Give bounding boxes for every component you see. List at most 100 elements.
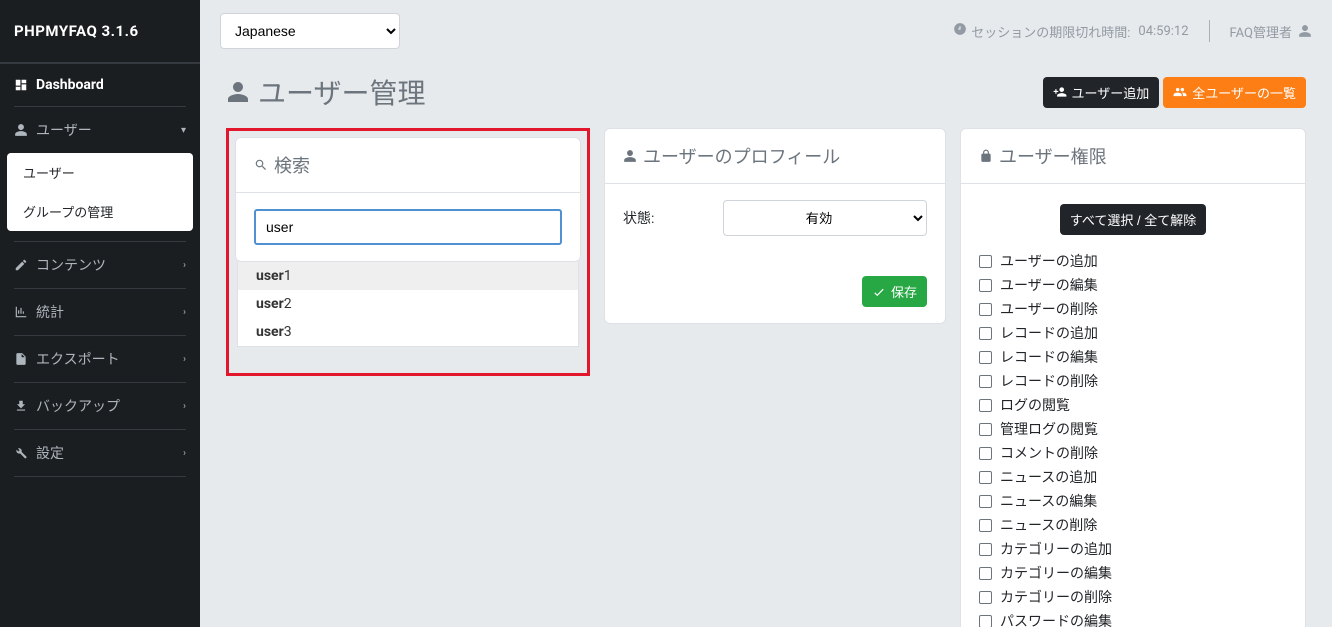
permission-label: カテゴリーの削除 [1000, 587, 1112, 607]
status-select[interactable]: 有効 [723, 200, 927, 236]
permission-label: レコードの編集 [1000, 347, 1098, 367]
permission-item[interactable]: パスワードの編集 [979, 609, 1287, 627]
content: ユーザー管理 ユーザー追加 全ユーザーの一覧 [200, 62, 1332, 627]
profile-header-label: ユーザーのプロフィール [643, 143, 840, 169]
permission-item[interactable]: ユーザーの追加 [979, 249, 1287, 273]
topbar-right: セッションの期限切れ時間: 04:59:12 FAQ管理者 [953, 20, 1312, 42]
clock-icon [953, 22, 967, 40]
sidebar-item-stats[interactable]: 統計 › [0, 289, 200, 335]
checkbox-icon[interactable] [979, 447, 992, 460]
chevron-right-icon: › [183, 401, 186, 412]
sidebar-item-export[interactable]: エクスポート › [0, 336, 200, 382]
edit-icon [14, 258, 32, 272]
download-icon [14, 399, 32, 413]
brand-title: PHPMYFAQ 3.1.6 [0, 0, 200, 63]
sidebar-user-subnav: ユーザー グループの管理 [7, 153, 193, 231]
permission-item[interactable]: カテゴリーの編集 [979, 561, 1287, 585]
sidebar-item-dashboard[interactable]: Dashboard [0, 64, 200, 106]
user-icon [226, 80, 250, 104]
permission-item[interactable]: レコードの追加 [979, 321, 1287, 345]
permission-label: ニュースの編集 [1000, 491, 1097, 511]
language-select[interactable]: Japanese [220, 13, 400, 49]
sidebar-item-user[interactable]: ユーザー ▾ [0, 107, 200, 153]
admin-link[interactable]: FAQ管理者 [1230, 22, 1312, 41]
save-button[interactable]: 保存 [862, 276, 927, 307]
page-title: ユーザー管理 [226, 72, 425, 112]
permission-label: レコードの削除 [1000, 371, 1098, 391]
sidebar-dashboard-label: Dashboard [36, 77, 104, 93]
permission-item[interactable]: レコードの削除 [979, 369, 1287, 393]
autocomplete-item[interactable]: user1 [238, 262, 578, 290]
search-highlight: 検索 user1 user2 user3 [226, 128, 590, 376]
permission-item[interactable]: 管理ログの閲覧 [979, 417, 1287, 441]
sidebar-subitem-user[interactable]: ユーザー [7, 153, 193, 192]
sidebar: PHPMYFAQ 3.1.6 Dashboard ユーザー ▾ ユーザー グルー… [0, 0, 200, 627]
checkbox-icon[interactable] [979, 543, 992, 556]
add-user-button[interactable]: ユーザー追加 [1043, 77, 1160, 108]
stats-icon [14, 305, 32, 319]
permissions-card: ユーザー権限 すべて選択 / 全て解除 ユーザーの追加ユーザーの編集ユーザーの削… [960, 128, 1306, 627]
search-header-label: 検索 [274, 152, 310, 178]
permission-item[interactable]: ニュースの削除 [979, 513, 1287, 537]
select-all-button[interactable]: すべて選択 / 全て解除 [1060, 204, 1206, 235]
all-users-button[interactable]: 全ユーザーの一覧 [1163, 77, 1306, 108]
search-icon [254, 158, 268, 172]
permission-item[interactable]: ニュースの編集 [979, 489, 1287, 513]
dashboard-icon [14, 78, 32, 92]
permission-label: ニュースの削除 [1000, 515, 1097, 535]
checkbox-icon[interactable] [979, 375, 992, 388]
checkbox-icon[interactable] [979, 255, 992, 268]
session-time: 04:59:12 [1138, 24, 1188, 39]
session-label: セッションの期限切れ時間: [971, 22, 1130, 41]
permission-item[interactable]: ニュースの追加 [979, 465, 1287, 489]
user-search-input[interactable] [254, 209, 562, 245]
permission-label: 管理ログの閲覧 [1000, 419, 1098, 439]
checkbox-icon[interactable] [979, 351, 992, 364]
chevron-right-icon: › [183, 354, 186, 365]
autocomplete-item[interactable]: user3 [238, 318, 578, 346]
checkbox-icon[interactable] [979, 327, 992, 340]
user-icon [623, 149, 637, 163]
permission-label: ユーザーの追加 [1000, 251, 1098, 271]
autocomplete-item[interactable]: user2 [238, 290, 578, 318]
search-card: 検索 [235, 137, 581, 262]
sidebar-item-content[interactable]: コンテンツ › [0, 242, 200, 288]
permissions-header-label: ユーザー権限 [999, 143, 1107, 169]
permission-item[interactable]: ユーザーの編集 [979, 273, 1287, 297]
permission-item[interactable]: ユーザーの削除 [979, 297, 1287, 321]
checkbox-icon[interactable] [979, 567, 992, 580]
sidebar-item-backup[interactable]: バックアップ › [0, 383, 200, 429]
permission-item[interactable]: レコードの編集 [979, 345, 1287, 369]
permission-item[interactable]: カテゴリーの追加 [979, 537, 1287, 561]
permission-label: カテゴリーの追加 [1000, 539, 1112, 559]
checkbox-icon[interactable] [979, 591, 992, 604]
autocomplete-dropdown: user1 user2 user3 [237, 262, 579, 347]
main-area: Japanese セッションの期限切れ時間: 04:59:12 FAQ管理者 [200, 0, 1332, 627]
chevron-right-icon: › [183, 307, 186, 318]
check-icon [872, 285, 886, 299]
chevron-right-icon: › [183, 448, 186, 459]
permission-label: コメントの削除 [1000, 443, 1098, 463]
profile-card: ユーザーのプロフィール 状態: 有効 [604, 128, 946, 324]
checkbox-icon[interactable] [979, 495, 992, 508]
checkbox-icon[interactable] [979, 471, 992, 484]
wrench-icon [14, 446, 32, 460]
permission-label: ユーザーの削除 [1000, 299, 1098, 319]
checkbox-icon[interactable] [979, 279, 992, 292]
checkbox-icon[interactable] [979, 303, 992, 316]
sidebar-subitem-group[interactable]: グループの管理 [7, 192, 193, 231]
sidebar-export-label: エクスポート [36, 349, 120, 369]
sidebar-settings-label: 設定 [36, 443, 64, 463]
checkbox-icon[interactable] [979, 615, 992, 627]
permission-item[interactable]: コメントの削除 [979, 441, 1287, 465]
permission-label: ユーザーの編集 [1000, 275, 1098, 295]
sidebar-stats-label: 統計 [36, 302, 64, 322]
sidebar-content-label: コンテンツ [36, 255, 106, 275]
checkbox-icon[interactable] [979, 399, 992, 412]
permission-item[interactable]: ログの閲覧 [979, 393, 1287, 417]
checkbox-icon[interactable] [979, 423, 992, 436]
permission-item[interactable]: カテゴリーの削除 [979, 585, 1287, 609]
sidebar-item-settings[interactable]: 設定 › [0, 430, 200, 476]
permission-list: ユーザーの追加ユーザーの編集ユーザーの削除レコードの追加レコードの編集レコードの… [979, 249, 1287, 627]
checkbox-icon[interactable] [979, 519, 992, 532]
